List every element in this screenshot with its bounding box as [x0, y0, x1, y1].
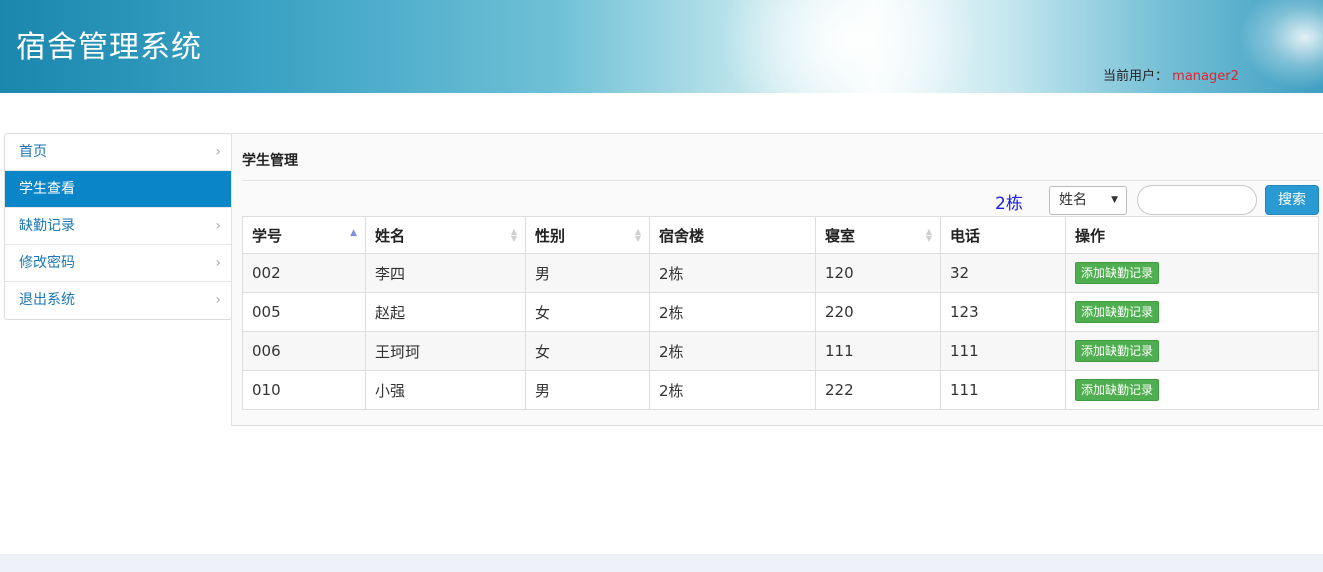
search-field-selected: 姓名	[1059, 192, 1087, 208]
chevron-right-icon: ›	[215, 255, 221, 271]
cell-room: 111	[815, 331, 941, 371]
sidebar-item-label: 修改密码	[19, 255, 75, 271]
cell-id: 005	[242, 292, 366, 332]
cell-phone: 32	[940, 253, 1066, 293]
cell-name: 李四	[365, 253, 526, 293]
sort-icon: ▲ ▼	[634, 227, 641, 243]
sidebar-item-label: 退出系统	[19, 292, 75, 308]
column-header-room[interactable]: 寝室 ▲ ▼	[815, 216, 941, 254]
column-header-phone[interactable]: 电话	[940, 216, 1066, 254]
sidebar-item-logout[interactable]: 退出系统 ›	[5, 282, 231, 319]
column-header-name[interactable]: 姓名 ▲ ▼	[365, 216, 526, 254]
banner-glow	[720, 0, 980, 93]
table-row: 006 王珂珂 女 2栋 111 111 添加缺勤记录	[242, 331, 1319, 371]
current-user-name: manager2	[1172, 69, 1239, 84]
search-field-select[interactable]: 姓名 ▼	[1049, 186, 1127, 215]
sidebar: 首页 › 学生查看 缺勤记录 › 修改密码 › 退出系统 ›	[4, 133, 232, 320]
banner-splash	[1233, 0, 1323, 93]
current-user-label: 当前用户：	[1103, 69, 1169, 84]
sidebar-item-absence[interactable]: 缺勤记录 ›	[5, 208, 231, 245]
sidebar-item-label: 首页	[19, 144, 47, 160]
cell-name: 赵起	[365, 292, 526, 332]
site-title: 宿舍管理系统	[16, 30, 202, 65]
cell-name: 王珂珂	[365, 331, 526, 371]
column-header-id[interactable]: 学号 ▲	[242, 216, 366, 254]
cell-id: 010	[242, 370, 366, 410]
cell-building: 2栋	[649, 331, 816, 371]
cell-name: 小强	[365, 370, 526, 410]
cell-phone: 123	[940, 292, 1066, 332]
column-header-gender[interactable]: 性别 ▲ ▼	[525, 216, 650, 254]
sort-asc-icon: ▲	[350, 228, 357, 238]
chevron-right-icon: ›	[215, 218, 221, 234]
current-user-info: 当前用户： manager2	[1103, 65, 1239, 84]
footer-bar	[0, 554, 1323, 572]
cell-room: 222	[815, 370, 941, 410]
sidebar-item-label: 学生查看	[19, 181, 75, 197]
table-row: 010 小强 男 2栋 222 111 添加缺勤记录	[242, 370, 1319, 410]
cell-building: 2栋	[649, 370, 816, 410]
cell-gender: 女	[525, 292, 650, 332]
cell-room: 120	[815, 253, 941, 293]
cell-action: 添加缺勤记录	[1065, 370, 1319, 410]
divider	[242, 180, 1320, 181]
table-row: 002 李四 男 2栋 120 32 添加缺勤记录	[242, 253, 1319, 293]
search-button[interactable]: 搜索	[1265, 185, 1319, 215]
sort-icon: ▲ ▼	[925, 227, 932, 243]
chevron-right-icon: ›	[215, 144, 221, 160]
cell-phone: 111	[940, 370, 1066, 410]
add-absence-button[interactable]: 添加缺勤记录	[1075, 301, 1160, 323]
cell-gender: 女	[525, 331, 650, 371]
cell-id: 002	[242, 253, 366, 293]
sidebar-item-students[interactable]: 学生查看	[5, 171, 231, 208]
add-absence-button[interactable]: 添加缺勤记录	[1075, 340, 1160, 362]
dropdown-arrow-icon: ▼	[1111, 195, 1118, 205]
cell-building: 2栋	[649, 253, 816, 293]
header-banner: 宿舍管理系统 当前用户： manager2	[0, 0, 1323, 93]
table-header-row: 学号 ▲ 姓名 ▲ ▼ 性别 ▲ ▼ 宿舍楼 寝室 ▲ ▼ 电话 操作	[242, 216, 1319, 254]
table-row: 005 赵起 女 2栋 220 123 添加缺勤记录	[242, 292, 1319, 332]
add-absence-button[interactable]: 添加缺勤记录	[1075, 262, 1160, 284]
student-panel: 学生管理 2栋 姓名 ▼ 搜索 学号 ▲ 姓名 ▲ ▼ 性别 ▲ ▼ 宿舍楼 寝…	[231, 133, 1323, 426]
cell-building: 2栋	[649, 292, 816, 332]
cell-action: 添加缺勤记录	[1065, 292, 1319, 332]
cell-gender: 男	[525, 370, 650, 410]
chevron-right-icon: ›	[215, 292, 221, 308]
add-absence-button[interactable]: 添加缺勤记录	[1075, 379, 1160, 401]
cell-phone: 111	[940, 331, 1066, 371]
sidebar-item-label: 缺勤记录	[19, 218, 75, 234]
students-table: 学号 ▲ 姓名 ▲ ▼ 性别 ▲ ▼ 宿舍楼 寝室 ▲ ▼ 电话 操作 002 …	[242, 216, 1319, 410]
panel-title: 学生管理	[242, 153, 298, 169]
cell-action: 添加缺勤记录	[1065, 331, 1319, 371]
cell-id: 006	[242, 331, 366, 371]
search-input[interactable]	[1137, 185, 1257, 215]
cell-gender: 男	[525, 253, 650, 293]
sort-icon: ▲ ▼	[510, 227, 517, 243]
column-header-building[interactable]: 宿舍楼	[649, 216, 816, 254]
column-header-action: 操作	[1065, 216, 1319, 254]
cell-action: 添加缺勤记录	[1065, 253, 1319, 293]
building-label: 2栋	[995, 194, 1023, 214]
sidebar-item-home[interactable]: 首页 ›	[5, 134, 231, 171]
sidebar-item-change-password[interactable]: 修改密码 ›	[5, 245, 231, 282]
cell-room: 220	[815, 292, 941, 332]
